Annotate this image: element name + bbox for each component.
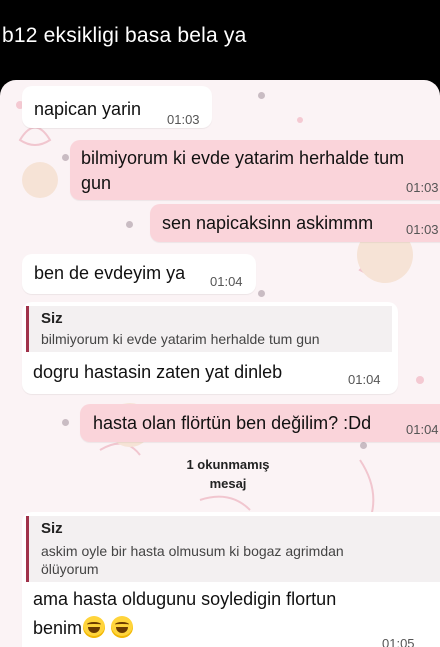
message-time: 01:04 — [210, 274, 243, 289]
decor-dot — [126, 221, 133, 228]
grinning-sweat-emoji-icon — [83, 616, 106, 638]
decor-dot — [62, 154, 69, 161]
quote-author: Siz — [41, 520, 63, 537]
unread-label: mesaj — [209, 476, 247, 491]
message-time: 01:03 — [406, 222, 439, 237]
message-time: 01:03 — [406, 180, 439, 195]
message-incoming-reply[interactable]: Siz askim oyle bir hasta olmusum ki boga… — [22, 512, 440, 647]
chat-screen: napican yarin 01:03 bilmiyorum ki evde y… — [0, 80, 440, 647]
message-incoming[interactable]: napican yarin 01:03 — [22, 86, 212, 128]
decor-dot — [360, 442, 367, 449]
unread-count: 1 okunmamış — [186, 457, 270, 472]
quoted-message[interactable]: Siz bilmiyorum ki evde yatarim herhalde … — [26, 306, 392, 352]
message-time: 01:04 — [348, 372, 381, 387]
message-outgoing[interactable]: hasta olan flörtün ben değilim? :Dd 01:0… — [80, 404, 440, 442]
grinning-sweat-emoji-icon — [111, 616, 134, 638]
decor-dot — [62, 419, 69, 426]
message-text: ben de evdeyim ya — [34, 263, 186, 283]
quote-text-line2: ölüyorum — [41, 561, 99, 577]
message-text: hasta olan flörtün ben değilim? :Dd — [93, 413, 372, 433]
message-line2: benim — [33, 616, 134, 639]
message-text-line1: bilmiyorum ki evde yatarim herhalde tum — [81, 148, 405, 168]
message-text-line1: ama hasta oldugunu soyledigin flortun — [33, 589, 337, 609]
message-time: 01:03 — [167, 112, 200, 127]
post-caption: b12 eksikligi basa bela ya — [2, 24, 247, 47]
message-text: dogru hastasin zaten yat dinleb — [33, 362, 283, 382]
message-text-line2: gun — [81, 173, 112, 193]
decor-dot — [258, 92, 265, 99]
message-outgoing[interactable]: bilmiyorum ki evde yatarim herhalde tum … — [70, 140, 440, 200]
message-text-line2: benim — [33, 618, 83, 638]
message-text: sen napicaksinn askimmm — [162, 213, 374, 233]
message-text: napican yarin — [34, 99, 142, 119]
quote-text: bilmiyorum ki evde yatarim herhalde tum … — [41, 331, 320, 347]
message-incoming-reply[interactable]: Siz bilmiyorum ki evde yatarim herhalde … — [22, 302, 398, 394]
quote-text-line1: askim oyle bir hasta olmusum ki bogaz ag… — [41, 543, 344, 559]
message-time: 01:05 — [382, 636, 415, 647]
quoted-message[interactable]: Siz askim oyle bir hasta olmusum ki boga… — [26, 516, 440, 582]
post-caption-bar: b12 eksikligi basa bela ya — [0, 0, 440, 80]
message-time: 01:04 — [406, 422, 439, 437]
unread-messages-divider: 1 okunmamış mesaj — [178, 455, 278, 493]
decor-dot — [258, 290, 265, 297]
quote-author: Siz — [41, 310, 63, 327]
message-outgoing[interactable]: sen napicaksinn askimmm 01:03 — [150, 204, 440, 242]
message-incoming[interactable]: ben de evdeyim ya 01:04 — [22, 254, 256, 294]
